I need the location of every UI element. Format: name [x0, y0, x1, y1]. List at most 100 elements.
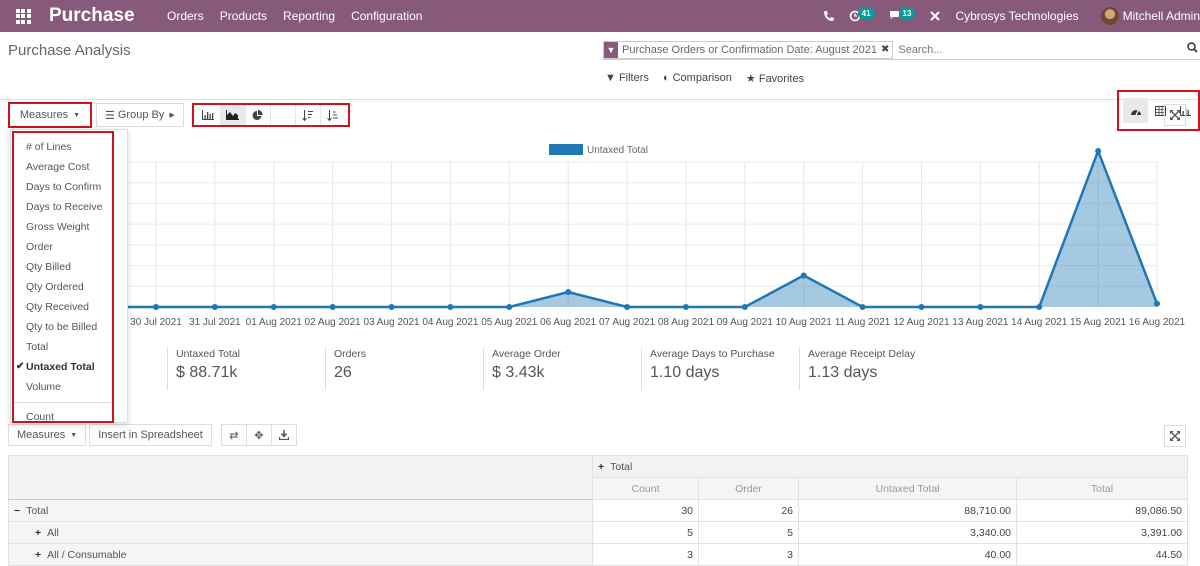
- app-brand[interactable]: Purchase: [49, 5, 167, 27]
- user-avatar[interactable]: [1100, 7, 1119, 25]
- cell-value[interactable]: 3,340.00: [798, 521, 1017, 544]
- fullscreen-pivot-button[interactable]: [1164, 425, 1186, 447]
- empty-slot: [271, 105, 296, 125]
- x-tick-label: 09 Aug 2021: [717, 317, 774, 328]
- dashboard-view-button[interactable]: [1123, 98, 1148, 123]
- measure-item-days-to-receive[interactable]: Days to Receive: [14, 197, 112, 217]
- sort-descending-button[interactable]: [296, 105, 321, 125]
- cell-value[interactable]: 5: [698, 521, 799, 544]
- filters-button[interactable]: ▼ Filters: [605, 72, 649, 85]
- comparison-button[interactable]: ◐ Comparison: [663, 72, 732, 85]
- measure-item-count[interactable]: Count: [14, 407, 112, 427]
- top-navbar: Purchase Orders Products Reporting Confi…: [0, 0, 1200, 32]
- filter-icon: ▼: [604, 41, 618, 58]
- cell-value[interactable]: 26: [698, 499, 799, 522]
- measure-item-qty-ordered[interactable]: Qty Ordered: [14, 277, 112, 297]
- measure-label: Order: [26, 241, 53, 253]
- x-tick-label: 12 Aug 2021: [893, 317, 950, 328]
- menu-reporting[interactable]: Reporting: [283, 9, 335, 23]
- remove-facet-icon[interactable]: ✖: [881, 44, 892, 55]
- page-title: Purchase Analysis: [8, 42, 131, 59]
- measure-header[interactable]: Total: [1016, 477, 1188, 500]
- kpi-value: 1.13 days: [808, 364, 878, 381]
- measure-item-untaxed-total[interactable]: ✔ Untaxed Total: [14, 357, 112, 377]
- measure-header[interactable]: Order: [698, 477, 799, 500]
- line-chart-button[interactable]: [220, 105, 246, 125]
- cell-value[interactable]: 40.00: [798, 543, 1017, 566]
- sort-ascending-button[interactable]: [321, 105, 346, 125]
- cell-value[interactable]: 30: [592, 499, 699, 522]
- flip-axis-button[interactable]: ⇄: [220, 424, 247, 446]
- cell-value[interactable]: 89,086.50: [1016, 499, 1188, 522]
- row-header-total[interactable]: − Total: [8, 499, 593, 522]
- row-header-consumable[interactable]: + All / Consumable: [8, 543, 593, 566]
- cell-value[interactable]: 3: [592, 543, 699, 566]
- measures-dropdown-button[interactable]: Measures ▼: [10, 104, 90, 126]
- pivot-corner: [8, 455, 593, 500]
- user-menu[interactable]: Mitchell Admin: [1123, 9, 1200, 23]
- pie-chart-button[interactable]: [246, 105, 271, 125]
- search-input[interactable]: [898, 43, 1200, 56]
- measure-item-qty-to-be-billed[interactable]: Qty to be Billed: [14, 317, 112, 337]
- company-switcher[interactable]: Cybrosys Technologies: [955, 9, 1078, 23]
- dropdown-divider: [14, 402, 112, 403]
- kpi-label: Average Days to Purchase: [650, 348, 775, 360]
- group-by-button[interactable]: ☰ Group By ▶: [96, 103, 184, 127]
- data-point: [624, 304, 631, 310]
- column-header-total[interactable]: + Total: [592, 455, 1188, 478]
- measure-item-qty-billed[interactable]: Qty Billed: [14, 257, 112, 277]
- data-point: [1154, 300, 1160, 307]
- filters-label: Filters: [618, 72, 649, 84]
- line-chart: 30 Jul 2021 31 Jul 2021 01 Aug 2021 02 Aug …: [0, 130, 1200, 335]
- insert-spreadsheet-button[interactable]: Insert in Spreadsheet: [89, 424, 212, 446]
- data-point: [153, 304, 159, 310]
- group-by-label: Group By: [117, 109, 165, 121]
- row-header-all[interactable]: + All: [8, 521, 593, 544]
- measure-item-days-to-confirm[interactable]: Days to Confirm: [14, 177, 112, 197]
- kpi-value: 1.10 days: [650, 364, 720, 381]
- x-tick-label: 13 Aug 2021: [952, 317, 1009, 328]
- messages-icon[interactable]: 13: [889, 7, 916, 22]
- expand-all-button[interactable]: ✥: [245, 424, 272, 446]
- measure-item-gross-weight[interactable]: Gross Weight: [14, 217, 112, 237]
- measure-header[interactable]: Untaxed Total: [798, 477, 1017, 500]
- measure-item-of-lines[interactable]: # of Lines: [14, 137, 112, 157]
- series-line: [127, 147, 1159, 309]
- search-icon[interactable]: [1187, 42, 1198, 56]
- cell-value[interactable]: 44.50: [1016, 543, 1188, 566]
- cell-value[interactable]: 5: [592, 521, 699, 544]
- measure-item-total[interactable]: Total: [14, 337, 112, 357]
- menu-products[interactable]: Products: [220, 9, 267, 23]
- kpi-label: Average Receipt Delay: [808, 348, 916, 360]
- menu-orders[interactable]: Orders: [167, 9, 204, 23]
- download-button[interactable]: [270, 424, 297, 446]
- measure-item-order[interactable]: Order: [14, 237, 112, 257]
- measure-header[interactable]: Count: [592, 477, 699, 500]
- cell-value[interactable]: 88,710.00: [798, 499, 1017, 522]
- x-tick-label: 16 Aug 2021: [1129, 317, 1186, 328]
- debug-tools-icon[interactable]: [929, 10, 941, 22]
- apps-menu-icon[interactable]: [0, 8, 46, 24]
- data-point: [682, 304, 689, 310]
- x-tick-label: 07 Aug 2021: [599, 317, 656, 328]
- row-label: Total: [26, 504, 49, 517]
- measure-item-average-cost[interactable]: Average Cost: [14, 157, 112, 177]
- data-point: [918, 304, 925, 310]
- favorites-button[interactable]: ★ Favorites: [746, 72, 804, 85]
- pivot-measures-button[interactable]: Measures ▼: [8, 424, 87, 446]
- x-tick-label: 15 Aug 2021: [1070, 317, 1127, 328]
- bar-chart-button[interactable]: [196, 105, 221, 125]
- measure-item-qty-received[interactable]: Qty Received: [14, 297, 112, 317]
- fullscreen-graph-button[interactable]: [1164, 104, 1186, 126]
- expand-icon: [1170, 110, 1180, 120]
- phone-icon[interactable]: [823, 10, 835, 22]
- x-tick-label: 02 Aug 2021: [305, 317, 362, 328]
- cell-value[interactable]: 3,391.00: [1016, 521, 1188, 544]
- list-icon: ☰: [105, 109, 115, 122]
- menu-configuration[interactable]: Configuration: [351, 9, 422, 23]
- minus-icon: −: [14, 504, 21, 517]
- activity-icon[interactable]: 41: [849, 7, 875, 22]
- measure-item-volume[interactable]: Volume: [14, 377, 112, 397]
- cell-value[interactable]: 3: [698, 543, 799, 566]
- kpi-summary: Untaxed Total $ 88.71k Orders 26 Average O…: [167, 348, 957, 390]
